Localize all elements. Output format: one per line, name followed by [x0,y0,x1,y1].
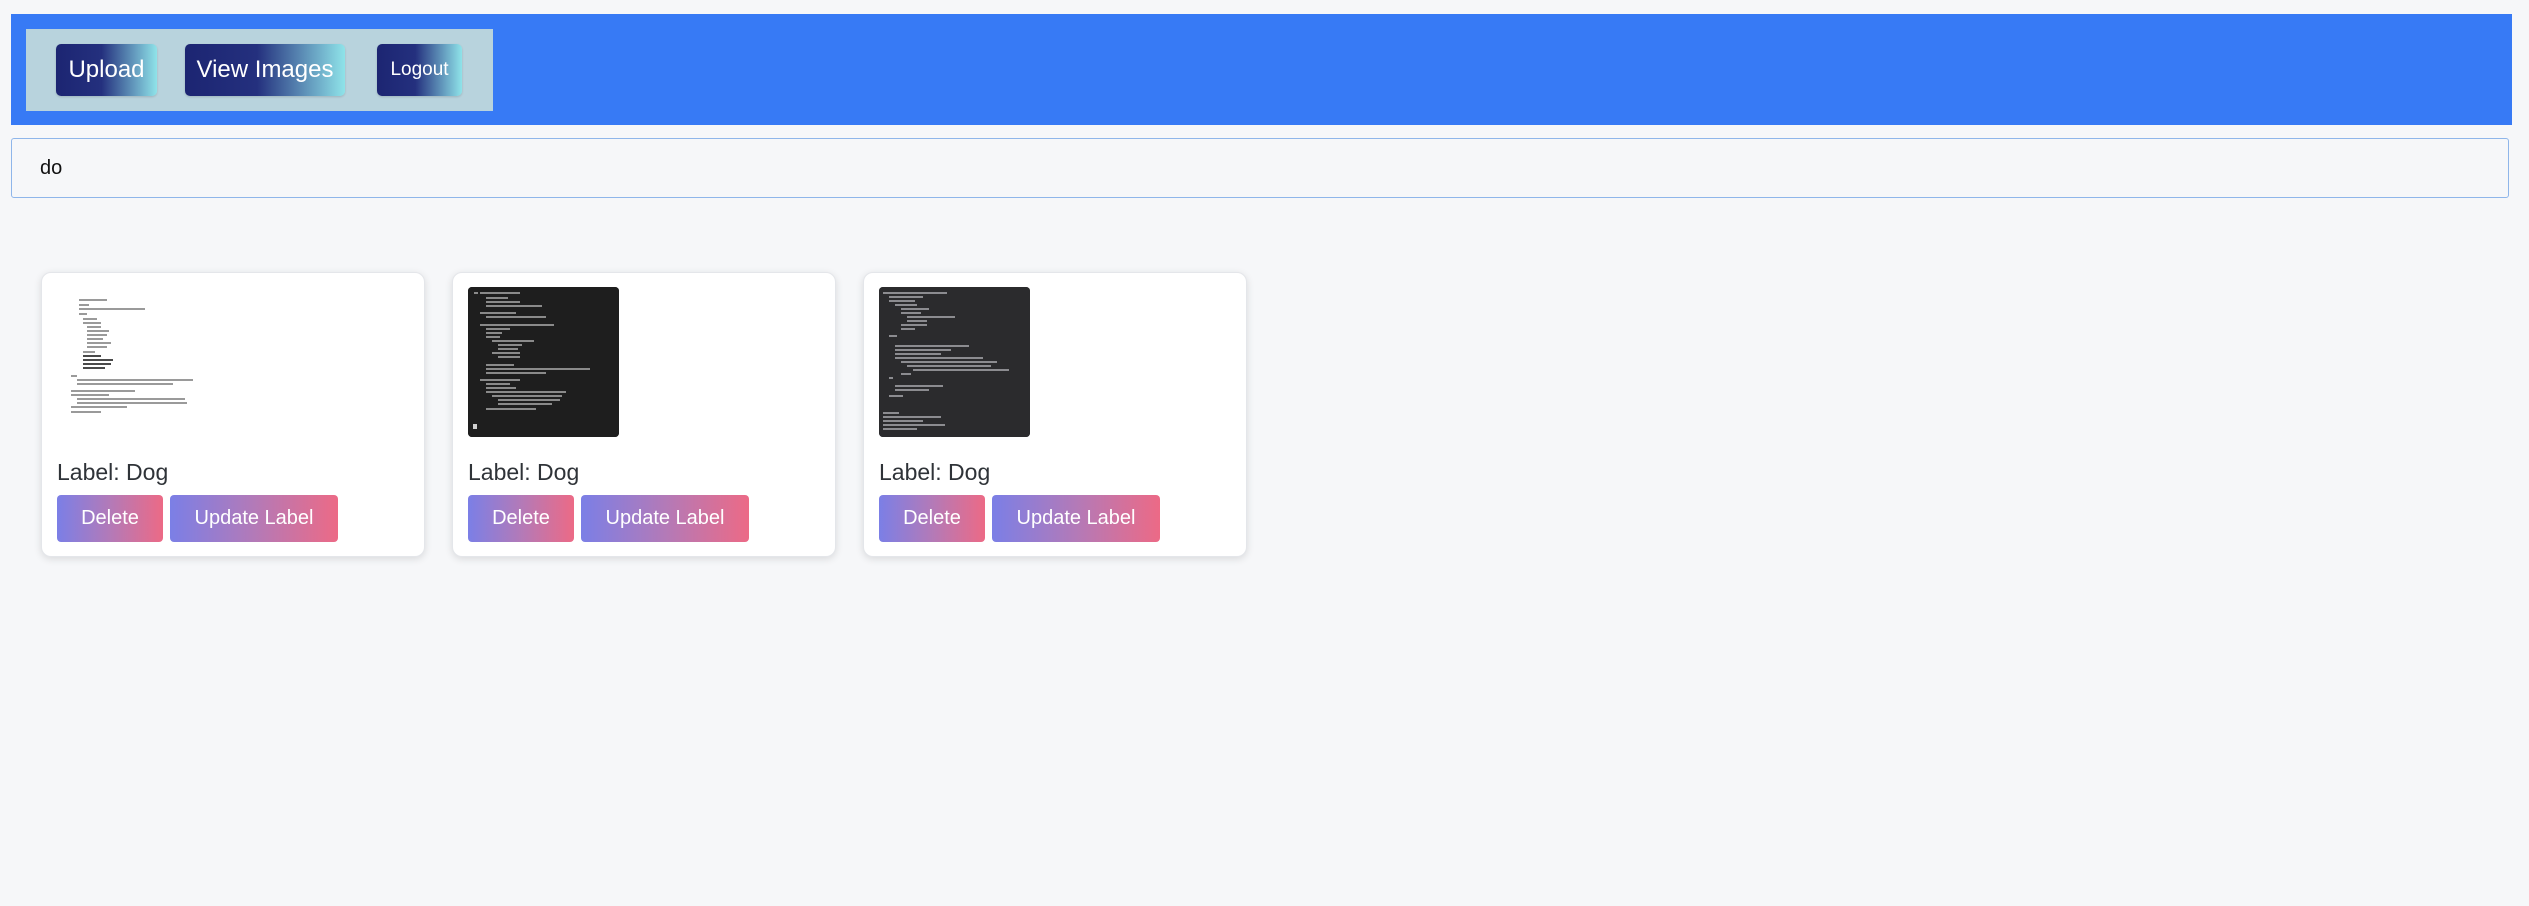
image-card: Label: Dog Delete Update Label [452,272,836,557]
dark-code-screenshot-image [468,287,619,437]
image-thumbnail[interactable] [879,287,1030,437]
update-label-button[interactable]: Update Label [170,495,338,542]
image-thumbnail[interactable] [468,287,619,437]
image-card: Label: Dog Delete Update Label [41,272,425,557]
card-label: Label: Dog [57,459,169,485]
top-navbar: Upload View Images Logout [11,14,2512,125]
card-label: Label: Dog [468,459,580,485]
image-thumbnail[interactable] [57,287,208,437]
search-box [11,138,2509,198]
delete-button[interactable]: Delete [57,495,163,542]
update-label-button[interactable]: Update Label [992,495,1160,542]
delete-button[interactable]: Delete [468,495,574,542]
dark-code-screenshot-image [879,287,1030,437]
card-label: Label: Dog [879,459,991,485]
update-label-button[interactable]: Update Label [581,495,749,542]
upload-button[interactable]: Upload [56,44,157,96]
light-code-screenshot-image [57,287,208,437]
nav-button-group: Upload View Images Logout [26,29,493,111]
image-card: Label: Dog Delete Update Label [863,272,1247,557]
logout-button[interactable]: Logout [377,44,462,96]
search-input[interactable] [40,139,2480,197]
delete-button[interactable]: Delete [879,495,985,542]
view-images-button[interactable]: View Images [185,44,345,96]
